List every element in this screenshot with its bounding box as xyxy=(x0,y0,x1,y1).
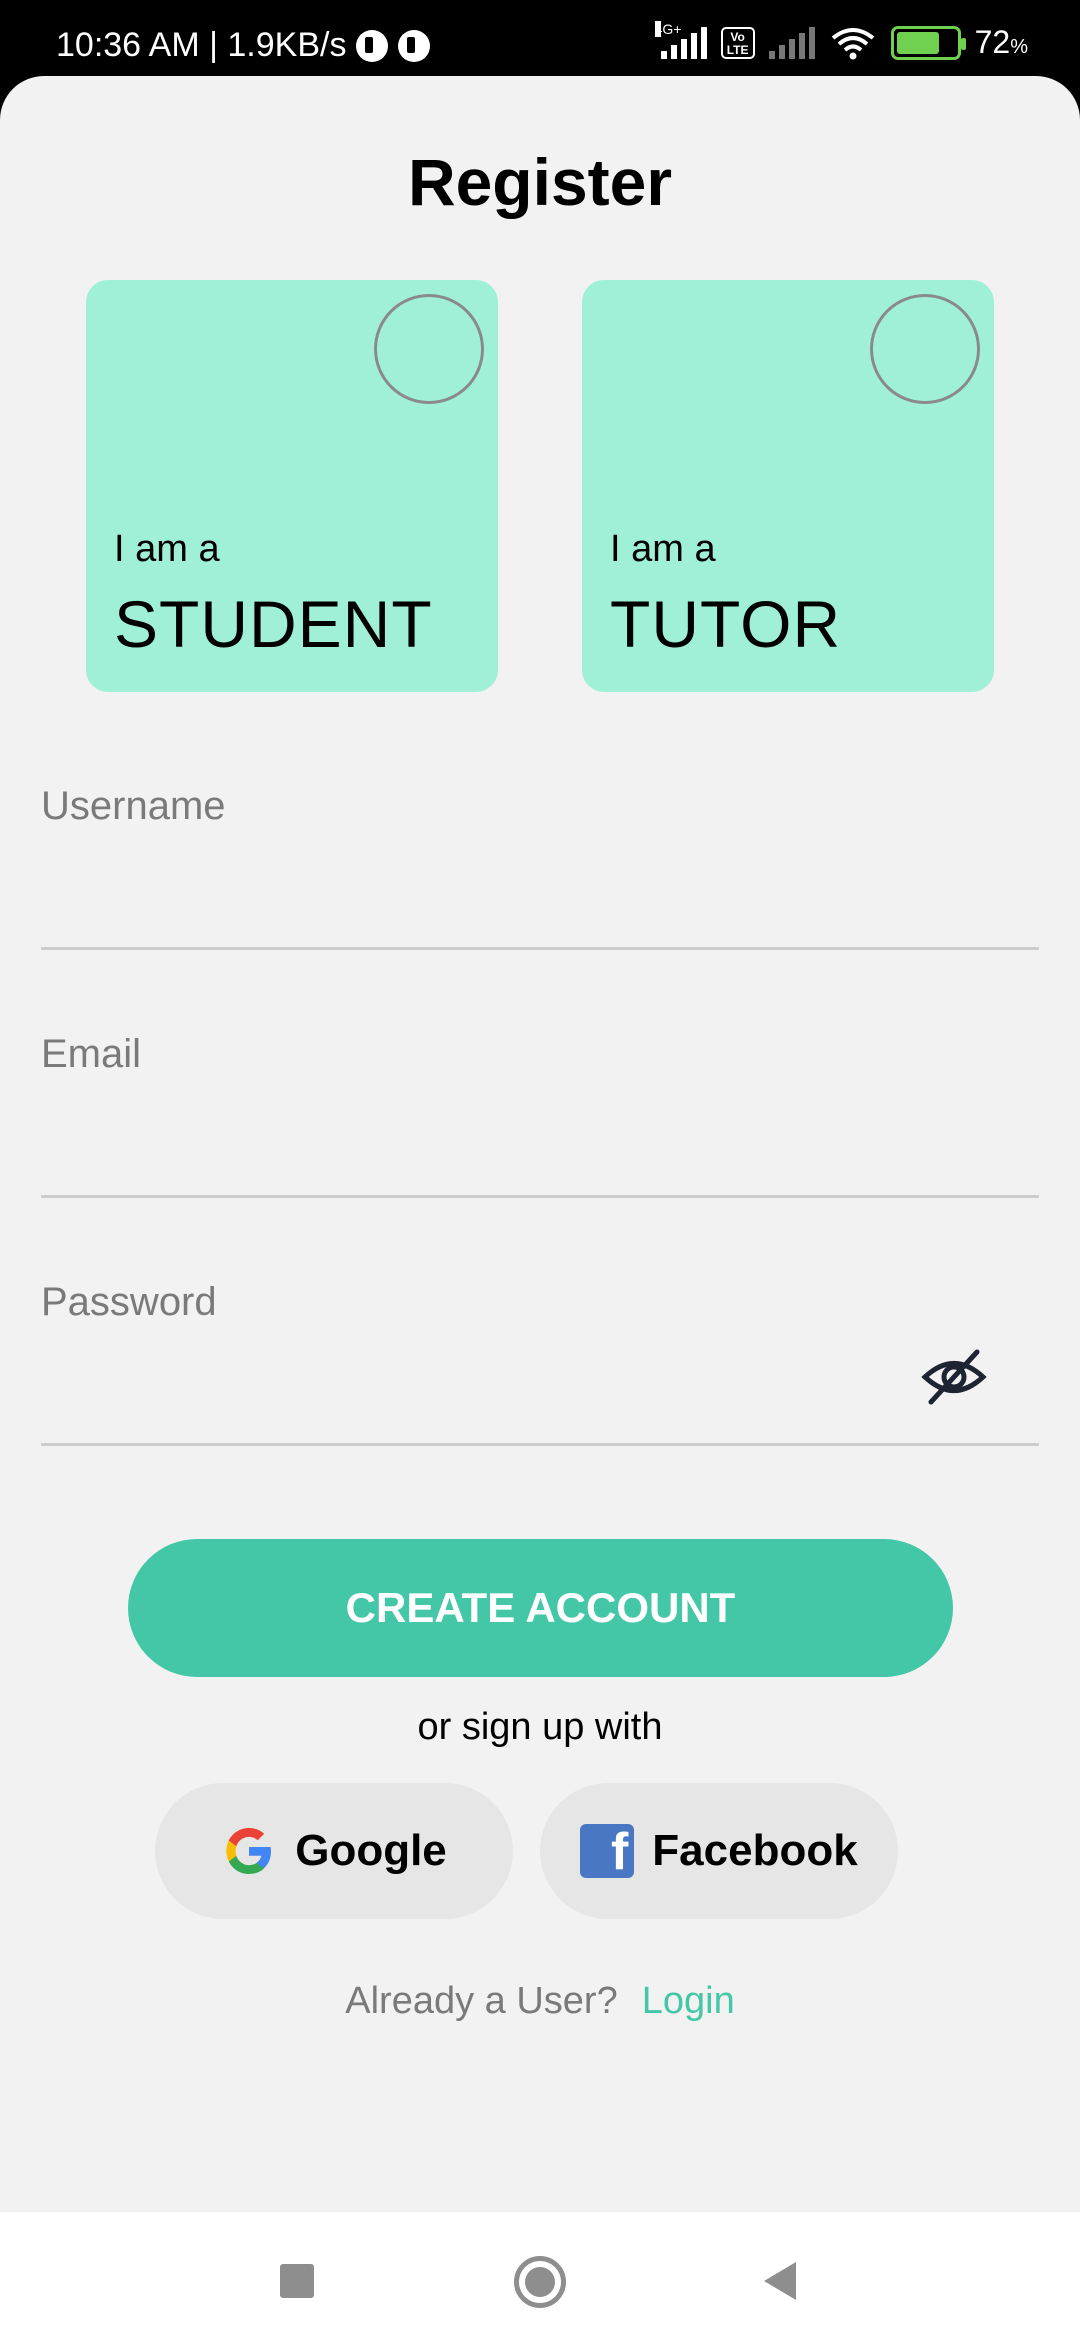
network-type: 4G+ xyxy=(654,20,682,37)
already-user-row: Already a User? Login xyxy=(0,1980,1080,2023)
email-label: Email xyxy=(41,1032,142,1076)
battery-unit: % xyxy=(1010,36,1028,58)
already-user-text: Already a User? xyxy=(345,1980,618,2022)
battery-icon xyxy=(890,25,966,60)
role-prefix: I am a xyxy=(610,528,716,570)
tutor-radio[interactable] xyxy=(870,294,980,404)
password-input[interactable] xyxy=(41,1340,921,1430)
student-radio[interactable] xyxy=(374,294,484,404)
volte-icon: Vo LTE xyxy=(720,26,755,59)
email-input[interactable] xyxy=(41,1092,921,1182)
home-icon[interactable] xyxy=(514,2256,566,2308)
system-nav-bar xyxy=(0,2210,1080,2340)
role-prefix: I am a xyxy=(114,528,220,570)
facebook-icon: f xyxy=(580,1824,635,1878)
battery-percent: 72 xyxy=(974,24,1011,60)
role-card-tutor[interactable]: I am a TUTOR xyxy=(582,280,994,692)
page-title: Register xyxy=(407,145,673,219)
battery-text: 72% xyxy=(975,24,1028,61)
username-field: Username xyxy=(41,784,1039,950)
cell-signal-icon: 4G+ xyxy=(654,20,707,59)
password-field: Password xyxy=(41,1280,1039,1446)
role-label-student: STUDENT xyxy=(114,587,433,661)
notification-icon xyxy=(398,29,431,62)
google-icon xyxy=(226,1828,272,1874)
back-icon[interactable] xyxy=(764,2262,796,2300)
status-time-speed: 10:36 AM | 1.9KB/s xyxy=(56,26,347,64)
wifi-icon xyxy=(831,27,874,59)
password-label: Password xyxy=(41,1280,217,1324)
create-account-button[interactable]: CREATE ACCOUNT xyxy=(128,1539,953,1677)
email-field: Email xyxy=(41,1032,1039,1198)
cell-signal-2-icon xyxy=(768,26,815,59)
login-link[interactable]: Login xyxy=(642,1980,735,2022)
status-right: 4G+ Vo LTE 72% xyxy=(654,20,1028,61)
username-input[interactable] xyxy=(41,844,921,934)
facebook-signup-button[interactable]: f Facebook xyxy=(540,1783,898,1919)
eye-off-icon[interactable] xyxy=(921,1344,987,1410)
status-left: 10:36 AM | 1.9KB/s xyxy=(56,26,431,65)
notification-icon xyxy=(356,29,389,62)
google-signup-button[interactable]: Google xyxy=(155,1783,513,1919)
role-label-tutor: TUTOR xyxy=(610,587,842,661)
role-card-student[interactable]: I am a STUDENT xyxy=(86,280,498,692)
facebook-label: Facebook xyxy=(652,1826,858,1875)
or-sign-up-text: or sign up with xyxy=(417,1706,663,1748)
register-sheet: Register I am a STUDENT I am a TUTOR Use… xyxy=(0,76,1080,2210)
google-label: Google xyxy=(295,1826,447,1875)
recents-icon[interactable] xyxy=(280,2264,314,2298)
username-label: Username xyxy=(41,784,226,828)
